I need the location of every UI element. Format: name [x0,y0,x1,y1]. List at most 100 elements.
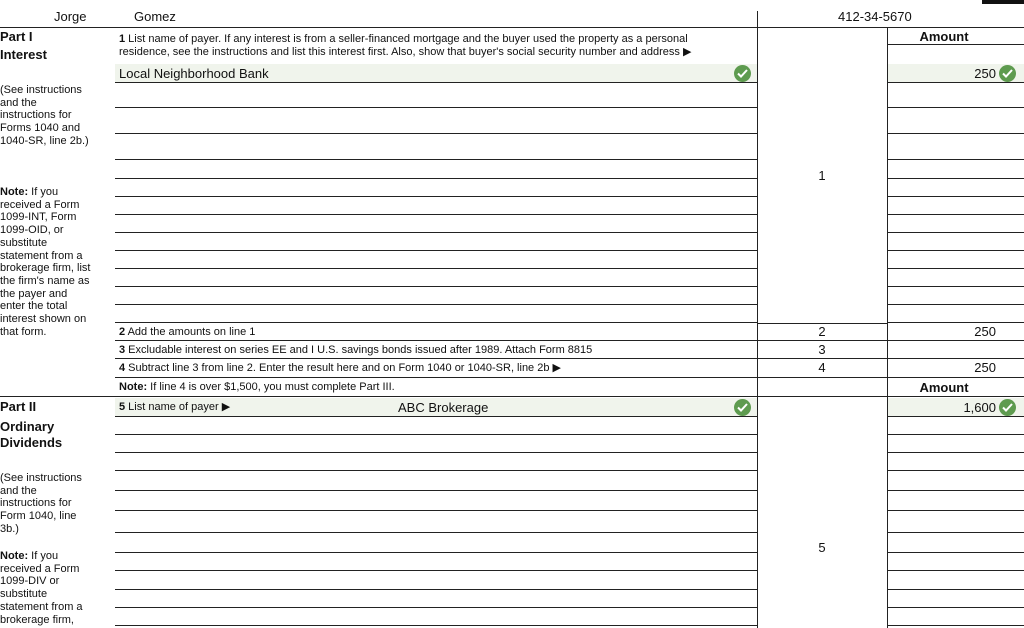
col-divider-left [757,11,758,628]
dividend-entry-left-rule [115,434,757,435]
dividend-entry-left-rule [115,607,757,608]
part1-see-instructions: (See instructions and the instructions f… [0,84,89,147]
dividend-entry-right-rule [888,589,1024,590]
dividend-entry-right-rule [888,625,1024,626]
interest-entry-right-rule [888,196,1024,197]
dividend-entry-left-rule [115,589,757,590]
dividend-entry-right-rule [888,607,1024,608]
col-divider-right [887,27,888,628]
note2-label: Note: [119,381,148,393]
part2-subtitle: Ordinary Dividends [0,419,63,450]
dividend-entry-left-rule [115,490,757,491]
interest-entry-right-rule [888,322,1024,323]
line1-text: List name of payer. If any interest is f… [119,33,692,58]
dividend-entry-right-rule [888,570,1024,571]
part-divider [0,396,1024,397]
dividend-entry-left-rule [115,470,757,471]
amount-header: Amount [919,29,969,44]
part2-title: Part II [0,399,37,414]
dividend-entry-left-rule [115,625,757,626]
part1-note-text: If you received a Form 1099-INT, Form 10… [0,186,91,338]
line4-desc: Subtract line 3 from line 2. Enter the r… [125,362,561,374]
check-circle-icon [999,399,1016,416]
dividend-entry-right-rule [888,510,1024,511]
line4-amount[interactable]: 250 [900,360,996,375]
dividend-entry-left-rule [115,452,757,453]
interest-entry-right-rule [888,133,1024,134]
interest-entry-right-rule [888,268,1024,269]
part2-note: Note: If you received a Form 1099-DIV or… [0,550,90,626]
interest-entry-left-rule [115,250,757,251]
part2-note-label: Note: [0,550,29,562]
interest-entry-left-rule [115,178,757,179]
dividend-entry-right-rule [888,532,1024,533]
dividend-entry-left-rule [115,532,757,533]
line4-rule [115,377,1024,378]
dividend-entry-right-rule [888,490,1024,491]
line1-box-label: 1 [818,168,826,183]
interest-entry-right-rule [888,107,1024,108]
dividend-entry-left-rule [115,570,757,571]
interest-entry-left-rule [115,196,757,197]
amount-header-rule [887,44,1024,45]
line2-text: 2 Add the amounts on line 1 [119,326,255,339]
check-circle-icon [734,399,751,416]
part1-note2: Note: If line 4 is over $1,500, you must… [119,381,395,394]
line5-text: 5 List name of payer ▶ [119,401,230,414]
line3-rule [115,358,1024,359]
part2-see-instructions: (See instructions and the instructions f… [0,472,82,535]
ssn: 412-34-5670 [838,9,912,24]
line1-instructions: 1 List name of payer. If any interest is… [119,33,739,59]
interest-entry-right-rule [888,232,1024,233]
interest-entry-right-rule [888,250,1024,251]
interest-entry-right-rule [888,82,1024,83]
line4-box-label: 4 [818,360,826,375]
part1-note: Note: If you received a Form 1099-INT, F… [0,186,92,338]
dividend-entry-right-rule [888,470,1024,471]
dividend-payer-field[interactable]: ABC Brokerage [398,400,488,415]
interest-entry-left-rule [115,232,757,233]
payer-amount-field[interactable]: 250 [900,66,996,81]
check-circle-icon [734,65,751,82]
check-circle-icon [999,65,1016,82]
line3-text: 3 Excludable interest on series EE and I… [119,344,592,357]
dividend-amount-field[interactable]: 1,600 [900,400,996,415]
interest-entry-left-rule [115,107,757,108]
line2-desc: Add the amounts on line 1 [125,326,256,338]
interest-entry-left-rule [115,322,757,323]
line3-box-label: 3 [818,342,826,357]
line2-amount[interactable]: 250 [900,324,996,339]
interest-entry-left-rule [115,214,757,215]
dividend-entry-left-rule [115,416,757,417]
dividend-entry-left-rule [115,552,757,553]
line2-box-label: 2 [818,324,826,339]
line3-amount[interactable] [900,342,996,358]
interest-entry-right-rule [888,214,1024,215]
interest-entry-left-rule [115,268,757,269]
corner-tab [982,0,1024,4]
interest-entry-left-rule [115,159,757,160]
interest-entry-left-rule [115,82,757,83]
dividend-entry-right-rule [888,452,1024,453]
part1-note-label: Note: [0,186,29,198]
amount-header-2: Amount [919,380,969,395]
header-rule [0,27,1024,28]
part1-subtitle: Interest [0,47,47,62]
interest-entry-left-rule [115,133,757,134]
interest-entry-right-rule [888,304,1024,305]
interest-entry-right-rule [888,159,1024,160]
dividend-entry-right-rule [888,552,1024,553]
dividend-entry-left-rule [115,510,757,511]
line2-rule [115,340,1024,341]
payer-name-field[interactable]: Local Neighborhood Bank [119,66,269,81]
note2-text: If line 4 is over $1,500, you must compl… [147,381,395,393]
line5-desc: List name of payer ▶ [125,401,231,413]
dividend-entry-right-rule [888,416,1024,417]
interest-entry-left-rule [115,286,757,287]
line4-text: 4 Subtract line 3 from line 2. Enter the… [119,362,561,375]
interest-entry-right-rule [888,178,1024,179]
interest-entry-left-rule [115,304,757,305]
first-name: Jorge [54,9,87,24]
part1-title: Part I [0,29,33,44]
line3-desc: Excludable interest on series EE and I U… [125,344,593,356]
